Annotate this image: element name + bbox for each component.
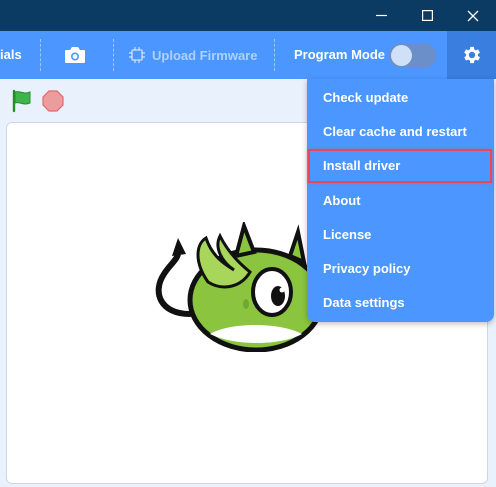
settings-dropdown: Check update Clear cache and restart Ins… [307,79,494,322]
menubar-divider [274,39,275,71]
minimize-icon [375,14,387,17]
menu-item-clear-cache[interactable]: Clear cache and restart [307,115,494,149]
upload-firmware-label: Upload Firmware [152,47,258,63]
gear-icon [463,46,480,64]
menu-item-license[interactable]: License [307,218,494,252]
menubar-divider [40,39,41,71]
app-menubar: ials Upload Firmware Program Mode [0,31,496,79]
close-window-button[interactable] [450,0,496,31]
program-mode-label: Program Mode [294,47,386,62]
menu-item-install-driver[interactable]: Install driver [308,149,492,183]
sprite-creature [155,222,325,352]
minimize-button[interactable] [358,0,404,31]
camera-icon [65,47,85,63]
tutorials-menu[interactable]: ials [0,31,22,79]
camera-button[interactable] [62,43,88,67]
menu-item-check-update[interactable]: Check update [307,81,494,115]
settings-button[interactable] [447,31,496,79]
toggle-knob [391,45,412,66]
window-titlebar [0,0,496,31]
stop-icon[interactable] [42,90,64,112]
green-flag-icon[interactable] [10,89,34,113]
menu-item-data-settings[interactable]: Data settings [307,286,494,320]
upload-firmware-button[interactable]: Upload Firmware [128,31,257,79]
close-icon [467,10,479,21]
program-mode-toggle[interactable] [389,43,436,68]
menu-item-privacy-policy[interactable]: Privacy policy [307,252,494,286]
maximize-button[interactable] [404,0,450,31]
menu-item-about[interactable]: About [307,184,494,218]
chip-icon [129,47,145,63]
menubar-divider [113,39,114,71]
maximize-icon [421,10,433,21]
